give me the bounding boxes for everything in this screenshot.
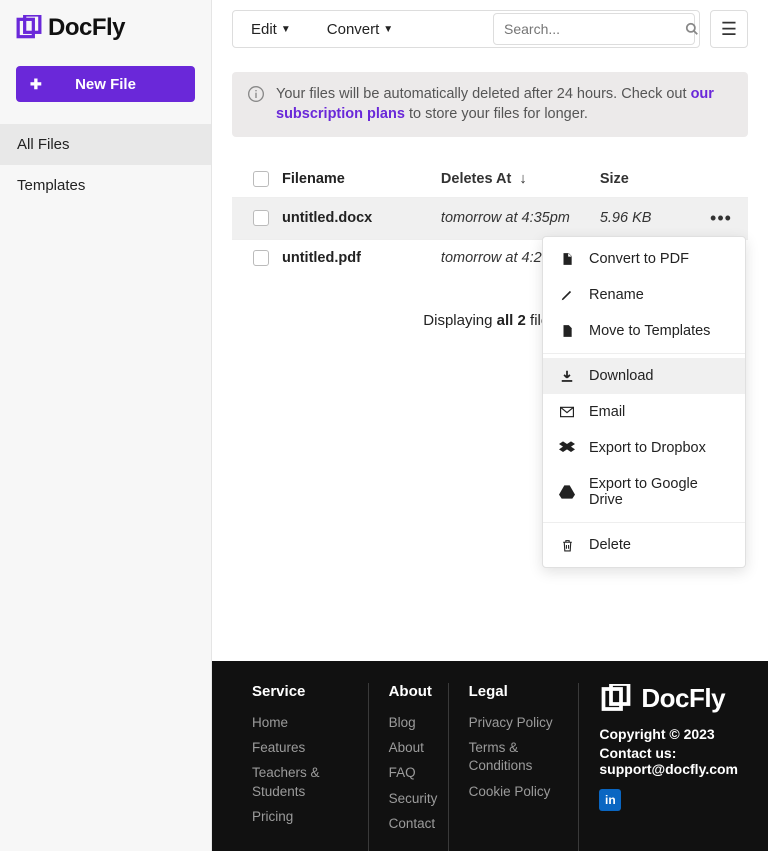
sidebar-item-templates[interactable]: Templates [0, 165, 211, 206]
dropbox-icon [559, 441, 575, 455]
search-icon[interactable] [685, 22, 699, 36]
ctx-delete[interactable]: Delete [543, 527, 745, 563]
hamburger-menu-button[interactable]: ☰ [710, 10, 748, 48]
cell-filename[interactable]: untitled.pdf [282, 250, 441, 266]
linkedin-icon[interactable]: in [599, 789, 621, 811]
footer-link[interactable]: Features [252, 739, 348, 757]
footer-link[interactable]: Pricing [252, 808, 348, 826]
hamburger-icon: ☰ [721, 19, 737, 40]
footer-link[interactable]: Contact [389, 815, 428, 833]
footer-col-brand: DocFly Copyright © 2023 Contact us: supp… [579, 683, 738, 851]
ctx-separator [543, 353, 745, 354]
gdrive-icon [559, 485, 575, 499]
new-file-label: New File [75, 76, 136, 93]
file-move-icon [559, 323, 575, 339]
info-icon [248, 86, 264, 102]
col-deletes-at[interactable]: Deletes At ↓ [441, 171, 600, 187]
sort-down-icon: ↓ [519, 171, 526, 187]
footer-link[interactable]: Blog [389, 714, 428, 732]
new-file-button[interactable]: ✚ New File [16, 66, 195, 102]
footer-copyright: Copyright © 2023 [599, 726, 738, 742]
footer: Service Home Features Teachers & Student… [212, 661, 768, 851]
logo-icon [599, 684, 633, 714]
footer-col-about: About Blog About FAQ Security Contact [369, 683, 449, 851]
envelope-icon [559, 406, 575, 418]
footer-link[interactable]: Home [252, 714, 348, 732]
cell-size: 5.96 KB [600, 210, 702, 226]
caret-down-icon: ▼ [383, 24, 393, 35]
cell-filename[interactable]: untitled.docx [282, 210, 441, 226]
footer-logo[interactable]: DocFly [599, 683, 738, 714]
ctx-email[interactable]: Email [543, 394, 745, 430]
notice-text: Your files will be automatically deleted… [276, 84, 732, 125]
ctx-export-gdrive[interactable]: Export to Google Drive [543, 466, 745, 518]
ctx-export-dropbox[interactable]: Export to Dropbox [543, 430, 745, 466]
ellipsis-icon: ••• [710, 208, 732, 228]
file-pdf-icon [559, 251, 575, 267]
footer-col-service: Service Home Features Teachers & Student… [242, 683, 369, 851]
table-row[interactable]: untitled.docx tomorrow at 4:35pm 5.96 KB… [232, 197, 748, 239]
select-all-checkbox[interactable] [253, 171, 269, 187]
ctx-download[interactable]: Download [543, 358, 745, 394]
footer-link[interactable]: Privacy Policy [469, 714, 559, 732]
convert-dropdown[interactable]: Convert ▼ [309, 11, 411, 47]
ctx-convert-pdf[interactable]: Convert to PDF [543, 241, 745, 277]
footer-contact-label: Contact us: [599, 745, 738, 761]
cell-deletes-at: tomorrow at 4:35pm [441, 210, 600, 226]
toolbar-group: Edit ▼ Convert ▼ [232, 10, 700, 48]
footer-link[interactable]: FAQ [389, 764, 428, 782]
plus-icon: ✚ [30, 76, 42, 93]
col-filename[interactable]: Filename [282, 171, 441, 187]
context-menu: Convert to PDF Rename Move to Templates … [542, 236, 746, 568]
toolbar: Edit ▼ Convert ▼ ☰ [212, 0, 768, 58]
notice-banner: Your files will be automatically deleted… [232, 72, 748, 137]
row-checkbox[interactable] [253, 210, 269, 226]
footer-link[interactable]: Terms & Conditions [469, 739, 559, 775]
download-icon [559, 369, 575, 383]
trash-icon [559, 538, 575, 553]
ctx-move-templates[interactable]: Move to Templates [543, 313, 745, 349]
table-header: Filename Deletes At ↓ Size [232, 161, 748, 197]
search-wrap [493, 13, 695, 45]
pencil-icon [559, 288, 575, 302]
edit-dropdown[interactable]: Edit ▼ [233, 11, 309, 47]
footer-link[interactable]: About [389, 739, 428, 757]
footer-link[interactable]: Security [389, 790, 428, 808]
footer-email[interactable]: support@docfly.com [599, 761, 738, 777]
footer-col-legal: Legal Privacy Policy Terms & Conditions … [449, 683, 580, 851]
footer-link[interactable]: Cookie Policy [469, 783, 559, 801]
sidebar: DocFly ✚ New File All Files Templates [0, 0, 212, 851]
sidebar-item-all-files[interactable]: All Files [0, 124, 211, 165]
caret-down-icon: ▼ [281, 24, 291, 35]
ctx-separator [543, 522, 745, 523]
logo-text: DocFly [48, 14, 125, 42]
row-actions-button[interactable]: ••• [702, 208, 740, 229]
logo-icon [16, 15, 42, 41]
col-size[interactable]: Size [600, 171, 702, 187]
search-input[interactable] [504, 21, 685, 37]
nav-list: All Files Templates [0, 124, 211, 206]
logo[interactable]: DocFly [0, 0, 211, 66]
footer-link[interactable]: Teachers & Students [252, 764, 348, 800]
ctx-rename[interactable]: Rename [543, 277, 745, 313]
row-checkbox[interactable] [253, 250, 269, 266]
